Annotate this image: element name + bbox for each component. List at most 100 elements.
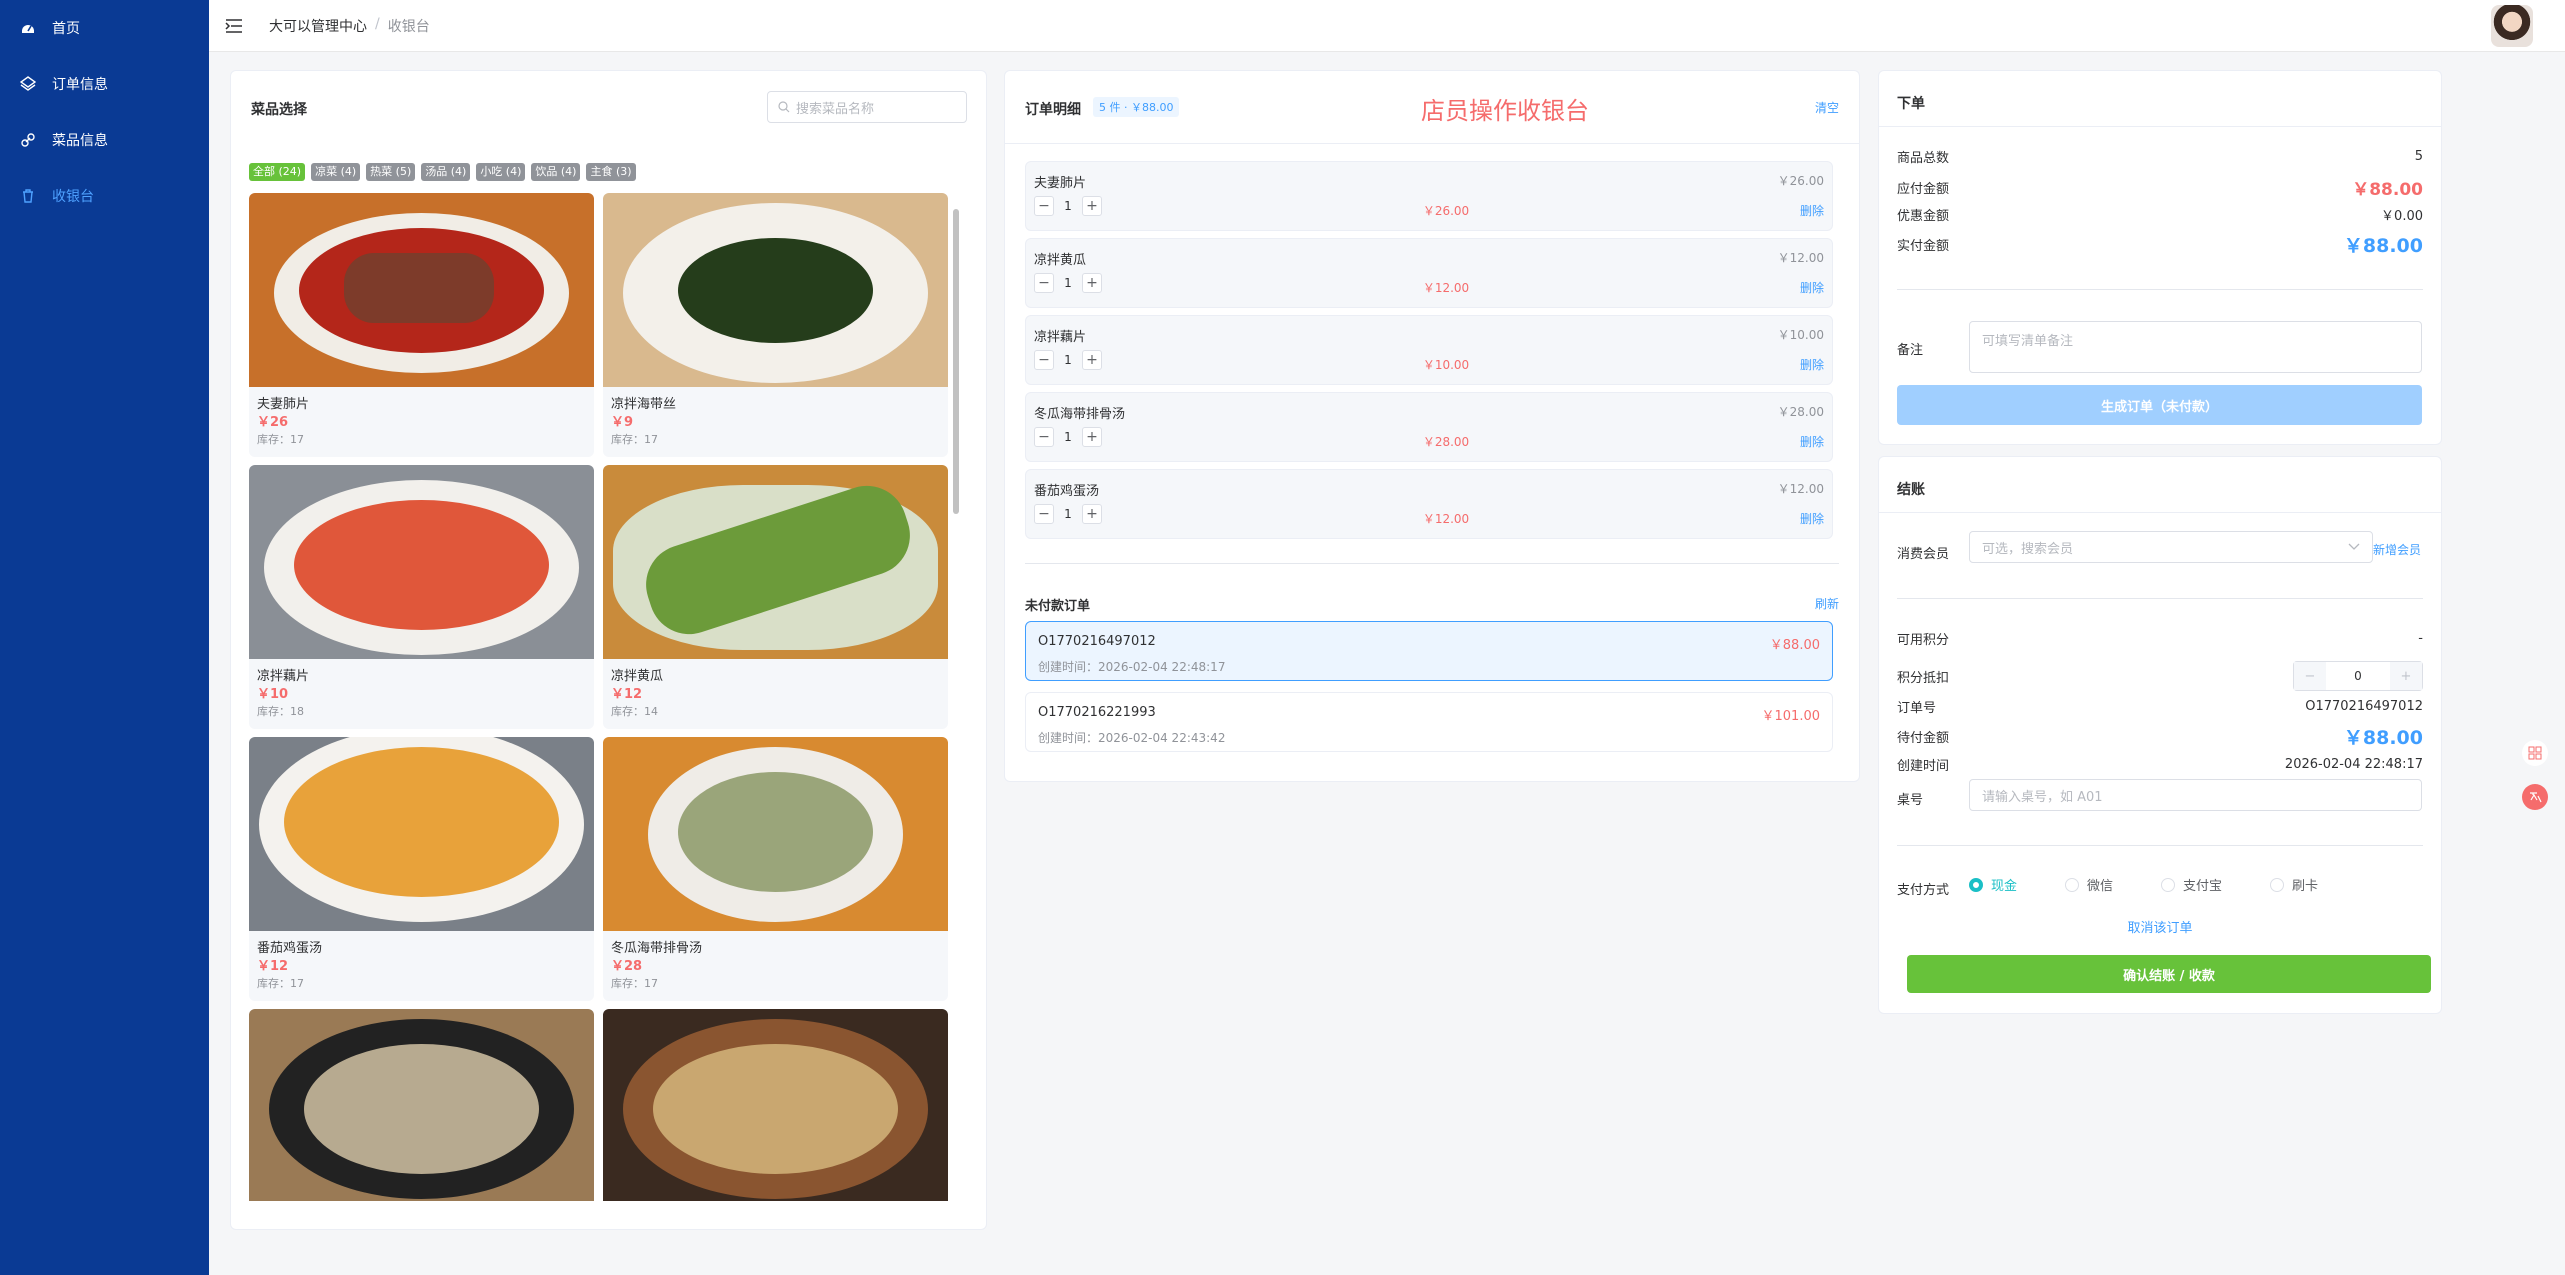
item-name: 番茄鸡蛋汤	[1034, 484, 1100, 499]
pay-alipay-radio[interactable]: 支付宝	[2161, 875, 2222, 894]
table-label: 桌号	[1897, 793, 1924, 808]
dish-card[interactable]: 凉拌黄瓜 ￥12 库存：14	[603, 465, 948, 729]
sidebar-item-cashier[interactable]: 收银台	[0, 168, 209, 224]
dish-card[interactable]: 冬瓜海带排骨汤 ￥28 库存：17	[603, 737, 948, 1001]
quantity-stepper: −1 +	[1034, 350, 1102, 370]
dish-scrollbar[interactable]	[952, 195, 960, 1205]
dish-name: 冬瓜海带排骨汤	[611, 941, 703, 956]
dish-card[interactable]: 凉拌藕片 ￥10 库存：18	[249, 465, 594, 729]
tag-snack[interactable]: 小吃 (4)	[476, 163, 526, 181]
plus-button[interactable]: +	[1082, 427, 1102, 447]
dish-card[interactable]	[603, 1009, 948, 1201]
quantity-stepper: −1 +	[1034, 427, 1102, 447]
category-tags: 全部 (24) 凉菜 (4) 热菜 (5) 汤品 (4) 小吃 (4) 饮品 (…	[249, 163, 636, 181]
table-input[interactable]: 请输入桌号，如 A01	[1969, 779, 2422, 811]
member-select[interactable]: 可选，搜索会员	[1969, 531, 2373, 563]
pay-cash-radio[interactable]: 现金	[1969, 875, 2017, 894]
dish-card[interactable]: 夫妻肺片 ￥26 库存：17	[249, 193, 594, 457]
sidebar: 首页 订单信息 菜品信息 收银台	[0, 0, 209, 1275]
item-subtotal: ￥12.00	[1422, 512, 1470, 526]
minus-button[interactable]: −	[1034, 504, 1054, 524]
sidebar-item-dishes[interactable]: 菜品信息	[0, 112, 209, 168]
order-no-label: 订单号	[1897, 701, 1937, 716]
dish-image	[249, 193, 594, 387]
new-member-button[interactable]: 新增会员	[2373, 541, 2421, 558]
confirm-checkout-button[interactable]: 确认结账 / 收款	[1907, 955, 2431, 993]
delete-button[interactable]: 删除	[1800, 510, 1824, 527]
dish-card[interactable]: 凉拌海带丝 ￥9 库存：17	[603, 193, 948, 457]
sidebar-item-orders[interactable]: 订单信息	[0, 56, 209, 112]
pay-card-label: 刷卡	[2292, 879, 2319, 894]
quantity-stepper: −1 +	[1034, 273, 1102, 293]
delete-button[interactable]: 删除	[1800, 279, 1824, 296]
unpaid-order[interactable]: O1770216497012 创建时间：2026-02-04 22:48:17 …	[1025, 621, 1833, 681]
checkout-title: 结账	[1897, 482, 1925, 498]
place-order-title: 下单	[1897, 96, 1925, 112]
float-widget[interactable]	[2522, 784, 2548, 810]
avatar[interactable]	[2491, 5, 2533, 47]
minus-button[interactable]: −	[1034, 273, 1054, 293]
item-unit-price: ￥28.00	[1777, 405, 1824, 419]
dish-stock: 库存：17	[611, 433, 658, 446]
member-label: 消费会员	[1897, 547, 1950, 562]
place-order-card: 下单 商品总数 5 应付金额 ￥88.00 优惠金额 ￥0.00 实付金额 ￥88.00…	[1878, 70, 2442, 445]
minus-button[interactable]: −	[2294, 662, 2326, 690]
delete-button[interactable]: 删除	[1800, 433, 1824, 450]
item-unit-price: ￥26.00	[1777, 174, 1824, 188]
dish-price: ￥9	[611, 415, 634, 430]
remark-textarea[interactable]: 可填写清单备注	[1969, 321, 2422, 373]
item-qty[interactable]: 1	[1062, 430, 1074, 444]
breadcrumb-home[interactable]: 大可以管理中心	[269, 16, 367, 36]
points-value: -	[2418, 631, 2423, 646]
minus-button[interactable]: −	[1034, 427, 1054, 447]
dish-card[interactable]: 番茄鸡蛋汤 ￥12 库存：17	[249, 737, 594, 1001]
plus-button[interactable]: +	[2390, 662, 2422, 690]
minus-button[interactable]: −	[1034, 196, 1054, 216]
delete-button[interactable]: 删除	[1800, 202, 1824, 219]
member-placeholder: 可选，搜索会员	[1982, 541, 2074, 557]
scrollbar-thumb[interactable]	[953, 209, 959, 514]
item-qty[interactable]: 1	[1062, 507, 1074, 521]
item-qty[interactable]: 1	[1062, 276, 1074, 290]
pay-wechat-radio[interactable]: 微信	[2065, 875, 2113, 894]
item-unit-price: ￥10.00	[1777, 328, 1824, 342]
sidebar-item-label: 菜品信息	[52, 133, 108, 149]
item-qty[interactable]: 1	[1062, 199, 1074, 213]
tag-cold[interactable]: 凉菜 (4)	[311, 163, 361, 181]
tag-staple[interactable]: 主食 (3)	[586, 163, 636, 181]
dish-image	[603, 465, 948, 659]
tag-all[interactable]: 全部 (24)	[249, 163, 306, 181]
plus-button[interactable]: +	[1082, 196, 1102, 216]
dish-price: ￥12	[611, 687, 643, 702]
tag-hot[interactable]: 热菜 (5)	[366, 163, 416, 181]
delete-button[interactable]: 删除	[1800, 356, 1824, 373]
remark-label: 备注	[1897, 343, 1924, 358]
sidebar-item-home[interactable]: 首页	[0, 0, 209, 56]
pay-card-radio[interactable]: 刷卡	[2270, 875, 2318, 894]
order-item: 番茄鸡蛋汤 ￥12.00 −1 + ￥12.00 删除	[1025, 469, 1833, 539]
order-no-value: O1770216497012	[2305, 699, 2423, 714]
payable-label: 应付金额	[1897, 182, 1950, 197]
dish-card[interactable]	[249, 1009, 594, 1201]
item-qty[interactable]: 1	[1062, 353, 1074, 367]
payable-value: ￥88.00	[2352, 180, 2423, 200]
minus-button[interactable]: −	[1034, 350, 1054, 370]
clear-button[interactable]: 清空	[1815, 99, 1839, 116]
tag-drink[interactable]: 饮品 (4)	[531, 163, 581, 181]
float-widget[interactable]	[2522, 740, 2548, 766]
menu-fold-icon[interactable]	[225, 18, 243, 33]
unpaid-order[interactable]: O1770216221993 创建时间：2026-02-04 22:43:42 …	[1025, 692, 1833, 752]
deduct-value[interactable]: 0	[2326, 662, 2390, 690]
plus-button[interactable]: +	[1082, 273, 1102, 293]
item-subtotal: ￥28.00	[1422, 435, 1470, 449]
search-input[interactable]: 搜索菜品名称	[767, 91, 967, 123]
cancel-order-button[interactable]: 取消该订单	[1879, 917, 2441, 936]
plus-button[interactable]: +	[1082, 504, 1102, 524]
plus-button[interactable]: +	[1082, 350, 1102, 370]
generate-order-button[interactable]: 生成订单（未付款）	[1897, 385, 2422, 425]
unpaid-order-amount: ￥88.00	[1769, 638, 1820, 653]
refresh-button[interactable]: 刷新	[1815, 595, 1839, 612]
tag-soup[interactable]: 汤品 (4)	[421, 163, 471, 181]
quantity-stepper: −1 +	[1034, 196, 1102, 216]
breadcrumb-separator: /	[375, 15, 380, 32]
